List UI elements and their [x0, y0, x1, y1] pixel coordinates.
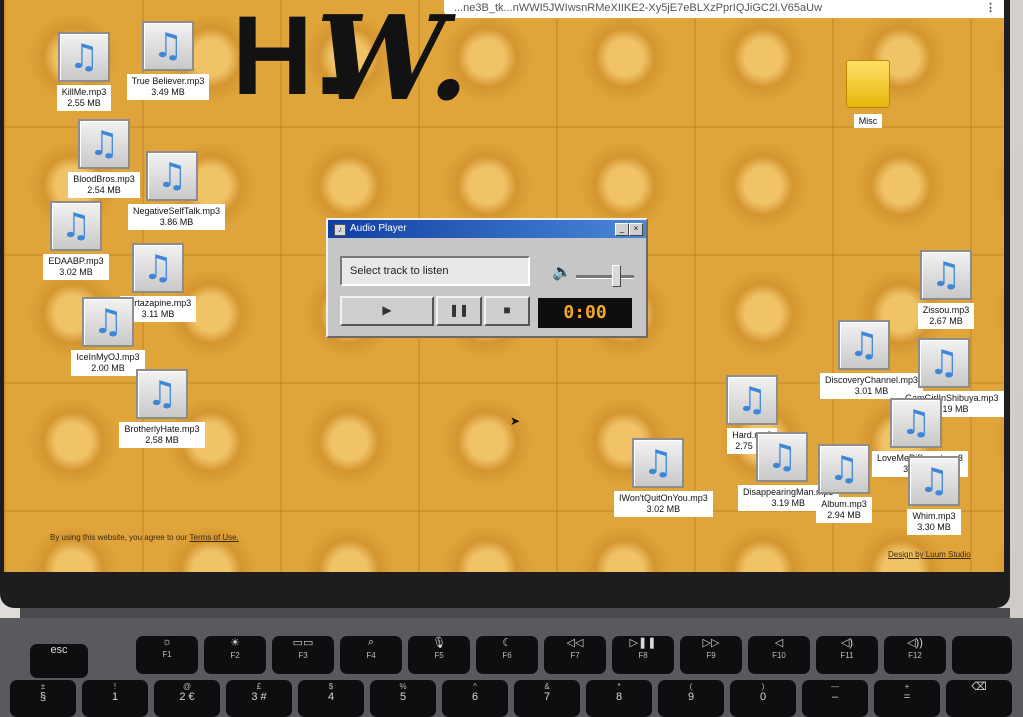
icon-label: KillMe.mp3 2.55 MB [56, 85, 112, 111]
track-select-field[interactable]: Select track to listen [340, 256, 530, 286]
icon-label: Whim.mp3 3.30 MB [907, 509, 961, 535]
key-touch-id[interactable] [952, 636, 1012, 674]
music-note-icon: ♫ [50, 201, 102, 251]
key-f8[interactable]: ▷❚❚ F8 [612, 636, 674, 674]
desktop-icon-edaabp[interactable]: ♫ EDAABP.mp3 3.02 MB [32, 201, 120, 280]
close-button[interactable]: × [629, 223, 643, 236]
music-note-icon: ♫ [818, 444, 870, 494]
stop-button[interactable]: ■ [484, 296, 530, 326]
icon-label: True Believer.mp3 3.49 MB [126, 74, 210, 100]
key-f1[interactable]: ☼ F1 [136, 636, 198, 674]
music-note-icon: ♫ [146, 151, 198, 201]
icon-label: Zissou.mp3 2.67 MB [917, 303, 975, 329]
icon-label: IWon'tQuitOnYou.mp3 3.02 MB [614, 491, 713, 517]
laptop-bezel: ...ne3B_tk...nWWI5JWIwsnRMeXIIKE2-Xy5jE7… [0, 0, 1010, 608]
player-titlebar[interactable]: ♪ Audio Player _ × [328, 220, 646, 238]
key-f10[interactable]: ◁ F10 [748, 636, 810, 674]
terms-link[interactable]: Terms of Use. [190, 533, 239, 542]
audio-player-window: ♪ Audio Player _ × Select track to liste… [326, 218, 648, 338]
key-f12[interactable]: ◁)) F12 [884, 636, 946, 674]
icon-label: NegativeSelfTalk.mp3 3.86 MB [128, 204, 226, 230]
kebab-icon[interactable]: ⋮ [985, 0, 996, 16]
desktop-icon-iwontquitonyou[interactable]: ♫ IWon'tQuitOnYou.mp3 3.02 MB [614, 438, 713, 517]
music-note-icon: ♫ [136, 369, 188, 419]
music-note-icon: ♫ [918, 338, 970, 388]
music-note-icon: ♫ [78, 119, 130, 169]
music-note-icon: ♫ [726, 375, 778, 425]
key-backspace[interactable]: ⌫ [946, 680, 1012, 717]
key-minus[interactable]: — – [802, 680, 868, 717]
url-text: ...ne3B_tk...nWWI5JWIwsnRMeXIIKE2-Xy5jE7… [454, 2, 823, 14]
stop-icon: ■ [503, 303, 511, 317]
icon-label: Album.mp3 2.94 MB [816, 497, 872, 523]
music-note-icon: ♫ [132, 243, 184, 293]
folder-label: Misc [853, 114, 883, 128]
key-9[interactable]: (9 [658, 680, 724, 717]
desktop-icon-true-believer[interactable]: ♫ True Believer.mp3 3.49 MB [124, 21, 212, 100]
key-f9[interactable]: ▷▷ F9 [680, 636, 742, 674]
icon-label: EDAABP.mp3 3.02 MB [43, 254, 109, 280]
music-note-icon: ♫ [890, 398, 942, 448]
key-f2[interactable]: ☀ F2 [204, 636, 266, 674]
desktop-icon-brotherlyhate[interactable]: ♫ BrotherlyHate.mp3 2.58 MB [118, 369, 206, 448]
key-3[interactable]: £3 # [226, 680, 292, 717]
desktop-icon-negativeselftalk[interactable]: ♫ NegativeSelfTalk.mp3 3.86 MB [128, 151, 226, 230]
key-section[interactable]: ± § [10, 680, 76, 717]
site-logo-script: W. [316, 0, 469, 127]
key-f7[interactable]: ◁◁ F7 [544, 636, 606, 674]
key-equals[interactable]: + = [874, 680, 940, 717]
music-note-icon: ♫ [920, 250, 972, 300]
music-note-icon: ♫ [838, 320, 890, 370]
desktop-icon-iceinmyoj[interactable]: ♫ IceInMyOJ.mp3 2.00 MB [64, 297, 152, 376]
key-f3[interactable]: ▭▭ F3 [272, 636, 334, 674]
app-icon: ♪ [334, 224, 346, 236]
desktop-icon-album[interactable]: ♫ Album.mp3 2.94 MB [800, 444, 888, 523]
key-1[interactable]: ! 1 [82, 680, 148, 717]
keyboard: esc ☼ F1 ☀ F2 ▭▭ F3 ⌕ F4 🎙 F5 ☾ F6 ◁◁ F7 ▷❚❚ F8 … [0, 618, 1023, 717]
folder-misc[interactable]: Misc [838, 60, 898, 129]
key-f11[interactable]: ◁) F11 [816, 636, 878, 674]
music-note-icon: ♫ [82, 297, 134, 347]
music-note-icon: ♫ [58, 32, 110, 82]
time-display: 0:00 [538, 298, 632, 328]
key-f4[interactable]: ⌕ F4 [340, 636, 402, 674]
key-esc[interactable]: esc [30, 644, 88, 678]
music-note-icon: ♫ [142, 21, 194, 71]
minimize-button[interactable]: _ [615, 223, 629, 236]
mouse-cursor-icon: ➤ [510, 414, 521, 428]
desktop-icon-discoverychannel[interactable]: ♫ DiscoveryChannel.mp3 3.01 MB [820, 320, 924, 399]
key-8[interactable]: * 8 [586, 680, 652, 717]
music-note-icon: ♫ [908, 456, 960, 506]
icon-label: BrotherlyHate.mp3 2.58 MB [119, 422, 205, 448]
desktop-icon-whim[interactable]: ♫ Whim.mp3 3.30 MB [890, 456, 978, 535]
desktop-icon-killme[interactable]: ♫ KillMe.mp3 2.55 MB [40, 32, 128, 111]
pause-icon: ❚❚ [448, 303, 470, 317]
play-button[interactable]: ▶ [340, 296, 434, 326]
folder-icon [846, 60, 890, 108]
key-4[interactable]: $4 [298, 680, 364, 717]
laptop-hinge [20, 608, 1010, 618]
speaker-icon: 🔈 [552, 264, 572, 281]
browser-url-bar[interactable]: ...ne3B_tk...nWWI5JWIwsnRMeXIIKE2-Xy5jE7… [444, 0, 1004, 18]
key-2[interactable]: @2 € [154, 680, 220, 717]
pause-button[interactable]: ❚❚ [436, 296, 482, 326]
play-icon: ▶ [382, 303, 392, 317]
design-credit-link[interactable]: Design by Luum Studio [888, 550, 971, 559]
volume-slider-track[interactable] [576, 275, 634, 279]
terms-text: By using this website, you agree to our [50, 533, 188, 542]
terms-notice: By using this website, you agree to our … [50, 533, 239, 542]
key-6[interactable]: ^ 6 [442, 680, 508, 717]
music-note-icon: ♫ [632, 438, 684, 488]
player-title: Audio Player [350, 223, 407, 234]
key-0[interactable]: ) 0 [730, 680, 796, 717]
desktop-icon-zissou[interactable]: ♫ Zissou.mp3 2.67 MB [902, 250, 990, 329]
desktop-screen: ...ne3B_tk...nWWI5JWIwsnRMeXIIKE2-Xy5jE7… [4, 0, 1004, 572]
key-f5[interactable]: 🎙 F5 [408, 636, 470, 674]
key-f6[interactable]: ☾ F6 [476, 636, 538, 674]
volume-slider-handle[interactable] [612, 265, 621, 287]
key-5[interactable]: % 5 [370, 680, 436, 717]
key-7[interactable]: & 7 [514, 680, 580, 717]
